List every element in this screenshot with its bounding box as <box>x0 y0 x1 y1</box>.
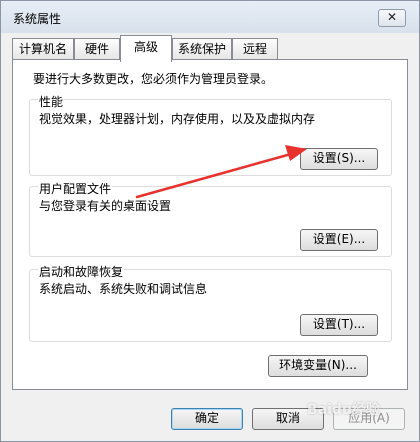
system-properties-window: 系统属性 ✕ 计算机名 硬件 高级 系统保护 远程 要进行大多数更改，您必须作为… <box>0 0 420 442</box>
user-profiles-description: 与您登录有关的桌面设置 <box>39 199 172 213</box>
user-profiles-group-title: 用户配置文件 <box>38 180 113 197</box>
performance-group-title: 性能 <box>38 93 65 110</box>
tab-advanced[interactable]: 高级 <box>120 35 172 62</box>
tab-hardware[interactable]: 硬件 <box>74 38 120 60</box>
ok-button[interactable]: 确定 <box>171 408 243 430</box>
baidu-watermark: Baidu经验 <box>307 402 380 418</box>
window-title: 系统属性 <box>13 12 62 26</box>
environment-variables-button[interactable]: 环境变量(N)... <box>268 355 368 377</box>
tab-remote[interactable]: 远程 <box>232 38 278 60</box>
close-button[interactable]: ✕ <box>378 9 406 27</box>
startup-recovery-group-title: 启动和故障恢复 <box>38 263 125 280</box>
admin-notice: 要进行大多数更改，您必须作为管理员登录。 <box>33 72 274 86</box>
performance-settings-button[interactable]: 设置(S)... <box>300 148 378 170</box>
startup-recovery-group: 启动和故障恢复 系统启动、系统失败和调试信息 设置(T)... <box>29 263 392 342</box>
startup-recovery-description: 系统启动、系统失败和调试信息 <box>39 282 208 296</box>
tab-system-protection[interactable]: 系统保护 <box>172 38 232 60</box>
dialog-client-area: 计算机名 硬件 高级 系统保护 远程 要进行大多数更改，您必须作为管理员登录。 … <box>7 33 413 437</box>
user-profiles-settings-button[interactable]: 设置(E)... <box>300 229 378 251</box>
performance-group: 性能 视觉效果，处理器计划，内存使用，以及及虚拟内存 设置(S)... <box>29 93 392 176</box>
tab-computer-name[interactable]: 计算机名 <box>12 38 74 60</box>
startup-recovery-settings-button[interactable]: 设置(T)... <box>300 314 378 336</box>
title-bar[interactable]: 系统属性 ✕ <box>1 1 419 33</box>
user-profiles-group: 用户配置文件 与您登录有关的桌面设置 设置(E)... <box>29 180 392 257</box>
performance-description: 视觉效果，处理器计划，内存使用，以及及虚拟内存 <box>39 112 316 126</box>
advanced-tab-panel: 要进行大多数更改，您必须作为管理员登录。 性能 视觉效果，处理器计划，内存使用，… <box>12 59 408 390</box>
